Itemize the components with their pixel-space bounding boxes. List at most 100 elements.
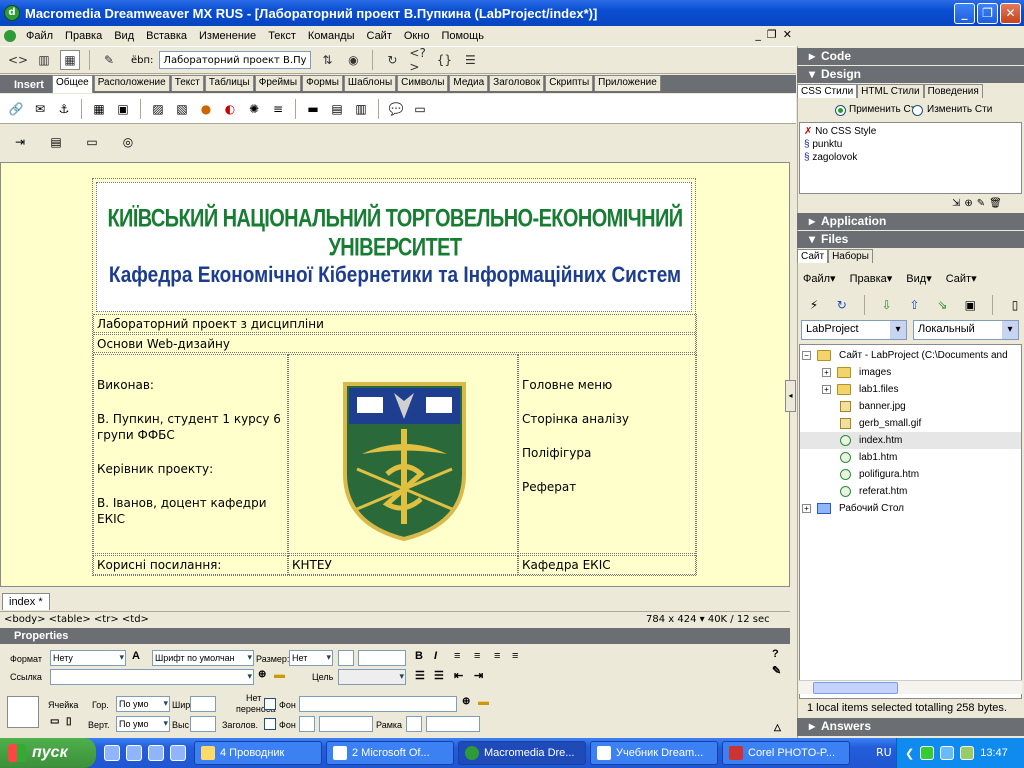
task-word[interactable]: 2 Microsoft Of... — [326, 741, 454, 765]
tab-common[interactable]: Общее — [51, 75, 93, 93]
email-link-icon[interactable]: ✉ — [30, 99, 50, 119]
doc-restore-button[interactable]: ❐ — [767, 28, 777, 41]
tree-item-gerb[interactable]: gerb_small.gif — [840, 415, 921, 432]
tree-item-desktop[interactable]: + Рабочий Стол — [802, 500, 904, 517]
task-tutorial[interactable]: Учебник Dream... — [590, 741, 718, 765]
insert-list-icon[interactable]: ⇥ — [10, 132, 30, 152]
ie-icon[interactable] — [148, 745, 164, 761]
site-select[interactable]: LabProject — [801, 320, 907, 340]
tree-root-site[interactable]: − Сайт - LabProject (C:\Documents and — [802, 347, 1008, 364]
tab-frames[interactable]: Фреймы — [254, 75, 302, 91]
bg-image-input[interactable] — [299, 696, 457, 712]
design-view-icon[interactable]: ▦ — [60, 50, 80, 70]
volume-icon[interactable] — [940, 746, 955, 760]
application-panel-header[interactable]: Application — [797, 213, 1024, 230]
tree-item-banner[interactable]: banner.jpg — [840, 398, 906, 415]
window-size-readout[interactable]: 784 x 424 ▾ 40K / 12 sec — [646, 614, 770, 625]
row-discipline-name[interactable]: Основи Web-дизайну — [93, 334, 697, 353]
network-icon[interactable] — [920, 746, 935, 760]
tree-item-lab1[interactable]: lab1.htm — [840, 449, 897, 466]
text-color-swatch[interactable] — [338, 650, 354, 666]
vert-align-select[interactable]: По умо — [116, 716, 170, 732]
help-icon[interactable]: ? — [772, 648, 779, 660]
menu-help[interactable]: Помощь — [435, 30, 490, 42]
font-icon[interactable]: A — [132, 650, 140, 662]
text-color-input[interactable] — [358, 650, 406, 666]
code-panel-header[interactable]: Code — [797, 48, 1024, 65]
reference-icon[interactable]: <?> — [408, 46, 428, 74]
comment-icon[interactable]: 💬 — [386, 99, 406, 119]
footer-link-department[interactable]: Кафедра ЕКІС — [518, 555, 697, 575]
align-right-button[interactable]: ≡ — [494, 650, 500, 662]
image-icon[interactable]: ▨ — [148, 99, 168, 119]
file-tree-scrollbar[interactable] — [799, 680, 1022, 694]
get-files-icon[interactable]: ⇩ — [878, 295, 896, 315]
unordered-list-button[interactable]: ☰ — [415, 669, 425, 682]
footer-link-kneu[interactable]: КНТЕУ — [288, 555, 518, 575]
anchor-icon[interactable]: ⚓ — [54, 99, 74, 119]
menu-modify[interactable]: Изменение — [193, 30, 262, 42]
split-cell-icon[interactable]: ▯ — [66, 716, 72, 727]
horizontal-rule-icon[interactable]: ▬ — [303, 99, 323, 119]
tab-application[interactable]: Приложение — [594, 75, 661, 91]
preview-browser-icon[interactable]: ◉ — [343, 50, 363, 70]
menu-window[interactable]: Окно — [398, 30, 436, 42]
page-layout-table[interactable]: КИЇВСЬКИЙ НАЦІОНАЛЬНИЙ ТОРГОВЕЛЬНО-ЕКОНО… — [92, 178, 697, 576]
close-button[interactable]: ✕ — [1000, 3, 1021, 24]
bg-point-icon[interactable]: ⊕ — [462, 696, 470, 707]
desktop-shortcut-icon[interactable] — [104, 745, 120, 761]
view-options-icon[interactable]: ☰ — [460, 50, 480, 70]
expand-panel-icon[interactable]: ▯ — [1006, 295, 1024, 315]
tab-scripts[interactable]: Скрипты — [545, 75, 594, 91]
flash-icon[interactable]: ● — [196, 99, 216, 119]
check-in-icon[interactable]: ▣ — [961, 295, 979, 315]
bold-button[interactable]: B — [415, 650, 423, 662]
tree-item-index[interactable]: index.htm — [800, 432, 1021, 449]
text-field-icon[interactable]: ▭ — [82, 132, 102, 152]
tabular-data-icon[interactable]: ▥ — [351, 99, 371, 119]
list-item[interactable]: § zagolovok — [804, 151, 1017, 164]
italic-button[interactable]: I — [434, 650, 437, 662]
menu-view[interactable]: Вид — [108, 30, 140, 42]
live-data-icon[interactable]: ✎ — [99, 50, 119, 70]
refresh-icon[interactable]: ↻ — [382, 50, 402, 70]
layer-icon[interactable]: ▣ — [113, 99, 133, 119]
tray-app-icon[interactable] — [960, 746, 975, 760]
navigation-bar-icon[interactable]: ≡ — [268, 99, 288, 119]
bg-color-swatch[interactable] — [299, 716, 315, 732]
menu-link-analysis[interactable]: Сторінка аналізу — [522, 411, 693, 427]
outdent-button[interactable]: ⇤ — [454, 669, 463, 682]
font-select[interactable]: Шрифт по умолчан — [152, 650, 254, 666]
tree-item-lab1-files[interactable]: + lab1.files — [822, 381, 898, 398]
language-indicator[interactable]: RU — [876, 746, 892, 759]
tab-site[interactable]: Сайт — [797, 249, 829, 263]
dreamweaver-app-icon[interactable]: d — [4, 5, 20, 21]
tab-templates[interactable]: Шаблоны — [343, 75, 397, 91]
tab-layout[interactable]: Расположение — [93, 75, 170, 91]
banner-image[interactable]: КИЇВСЬКИЙ НАЦІОНАЛЬНИЙ ТОРГОВЕЛЬНО-ЕКОНО… — [96, 182, 692, 312]
document-design-view[interactable]: КИЇВСЬКИЙ НАЦІОНАЛЬНИЙ ТОРГОВЕЛЬНО-ЕКОНО… — [0, 162, 790, 587]
apply-radio[interactable] — [835, 105, 846, 116]
connect-icon[interactable]: ⚡ — [805, 295, 823, 315]
new-style-icon[interactable]: ⊕ — [964, 198, 972, 209]
indent-button[interactable]: ⇥ — [474, 669, 483, 682]
header-checkbox[interactable] — [264, 718, 276, 730]
cell-navigation-menu[interactable]: Головне меню Сторінка аналізу Поліфігура… — [518, 354, 697, 554]
refresh-files-icon[interactable]: ↻ — [833, 295, 851, 315]
height-input[interactable] — [190, 716, 216, 732]
size-select[interactable]: Нет — [289, 650, 333, 666]
menu-file[interactable]: Файл — [20, 30, 59, 42]
task-dreamweaver[interactable]: Macromedia Dre... — [458, 741, 586, 765]
target-select[interactable] — [338, 669, 406, 685]
code-nav-icon[interactable]: {} — [434, 50, 454, 70]
clock[interactable]: 13:47 — [980, 747, 1008, 759]
format-select[interactable]: Нету — [50, 650, 126, 666]
maximize-button[interactable]: ❐ — [977, 3, 998, 24]
menu-link-polyfigure[interactable]: Поліфігура — [522, 445, 693, 461]
link-input[interactable] — [50, 669, 254, 685]
browse-folder-icon[interactable]: ▬ — [274, 669, 285, 681]
menu-link-report[interactable]: Реферат — [522, 479, 693, 495]
align-left-button[interactable]: ≡ — [454, 650, 460, 662]
menu-edit[interactable]: Правка — [59, 30, 108, 42]
tab-forms[interactable]: Формы — [302, 75, 343, 91]
